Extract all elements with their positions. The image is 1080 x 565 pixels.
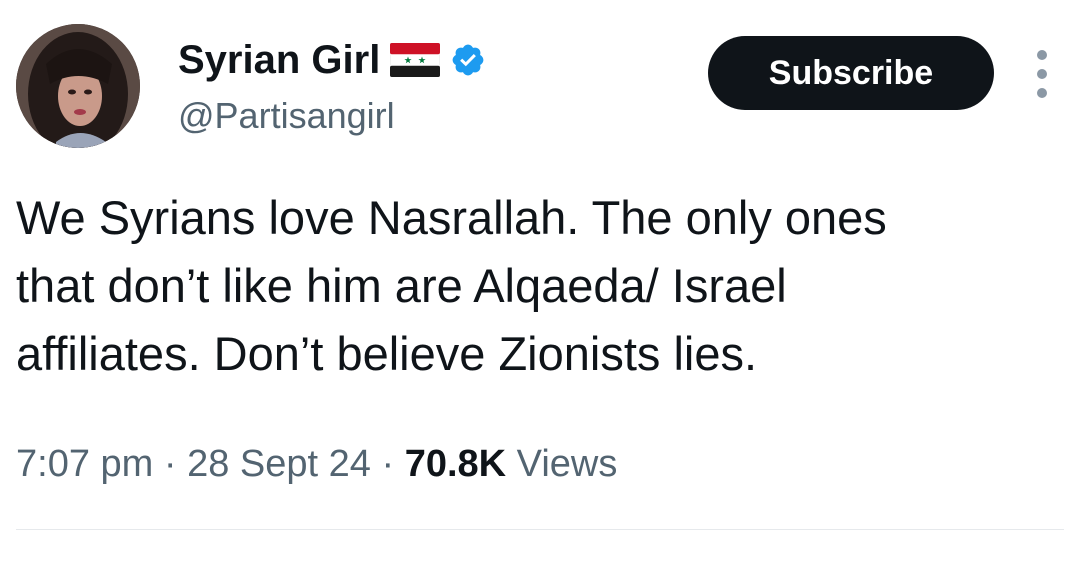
tweet-meta: 7:07 pm · 28 Sept 24 · 70.8K Views <box>16 436 617 492</box>
meta-separator: · <box>163 443 177 485</box>
tweet-text: We Syrians love Nasrallah. The only ones… <box>16 191 887 380</box>
meta-separator: · <box>381 443 395 485</box>
more-dot <box>1037 88 1047 98</box>
avatar-photo <box>16 24 140 148</box>
display-name[interactable]: Syrian Girl <box>178 36 380 84</box>
divider <box>16 529 1064 530</box>
subscribe-button[interactable]: Subscribe <box>708 36 994 110</box>
author-name-row: Syrian Girl <box>178 36 486 84</box>
tweet-date[interactable]: 28 Sept 24 <box>187 443 371 485</box>
more-dot <box>1037 69 1047 79</box>
avatar[interactable] <box>16 24 140 148</box>
verified-badge-icon[interactable] <box>450 42 486 78</box>
views-count: 70.8K <box>404 443 507 485</box>
tweet-time[interactable]: 7:07 pm <box>16 443 153 485</box>
more-dot <box>1037 50 1047 60</box>
more-vertical-icon[interactable] <box>1030 50 1054 98</box>
author-handle[interactable]: @Partisangirl <box>178 92 395 140</box>
syria-flag-icon <box>390 43 441 77</box>
views-label: Views <box>516 443 618 485</box>
